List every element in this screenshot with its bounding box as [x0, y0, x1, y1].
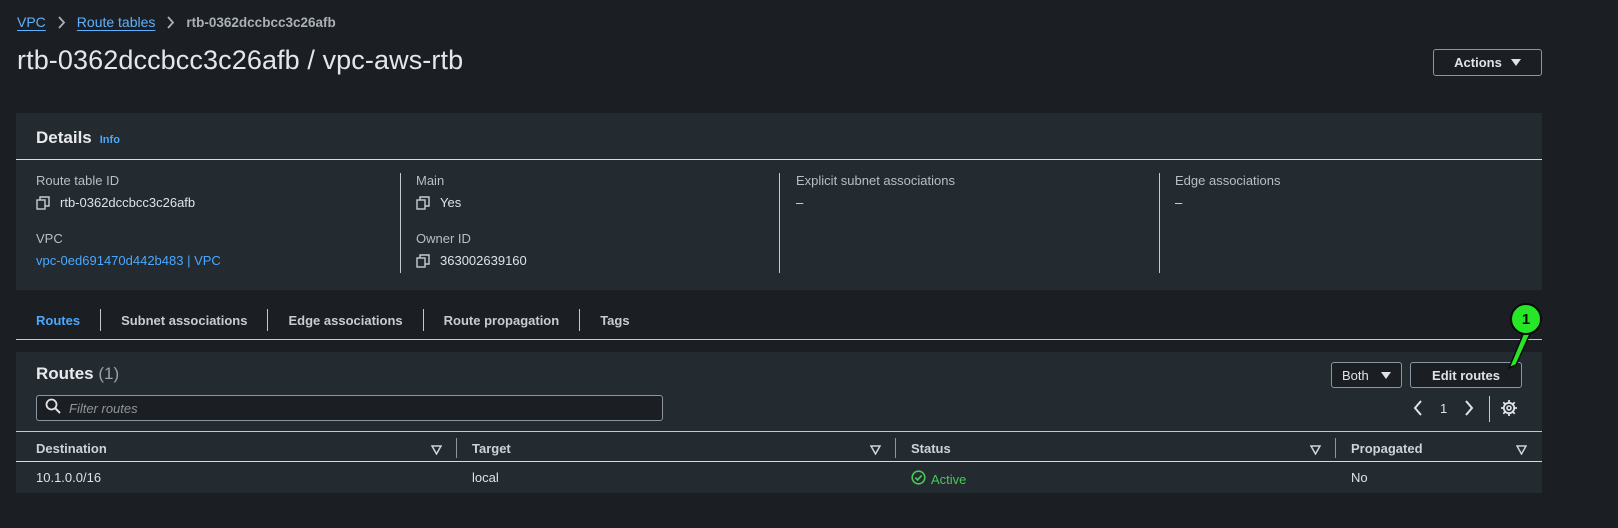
caret-down-icon: [1510, 59, 1521, 66]
column-header-target[interactable]: Target: [472, 438, 511, 458]
page-title: rtb-0362dccbcc3c26afb / vpc-aws-rtb: [17, 45, 464, 75]
routes-count: (1): [98, 364, 120, 383]
vpc-label: VPC: [36, 231, 63, 246]
breadcrumb-vpc-link[interactable]: VPC: [17, 14, 46, 30]
edge-associations-label: Edge associations: [1175, 173, 1281, 188]
column-header-destination[interactable]: Destination: [36, 438, 107, 458]
pagination-divider: [1489, 396, 1490, 422]
status-success-icon: [911, 470, 926, 488]
table-top-border: [16, 431, 1542, 432]
routes-heading: Routes (1): [36, 364, 119, 384]
tab-routes[interactable]: Routes: [16, 313, 100, 328]
route-type-value: Both: [1342, 367, 1369, 383]
routes-panel: [16, 352, 1542, 493]
details-divider: [16, 159, 1542, 160]
explicit-subnet-value: –: [796, 195, 804, 210]
cell-target: local: [472, 470, 499, 485]
tab-tags[interactable]: Tags: [580, 313, 649, 328]
cell-destination: 10.1.0.0/16: [36, 470, 102, 485]
column-divider: [456, 438, 457, 458]
column-header-status[interactable]: Status: [911, 438, 951, 458]
pagination: 1: [1408, 396, 1479, 420]
sort-down-icon[interactable]: [430, 442, 443, 460]
caret-down-icon: [1381, 371, 1391, 379]
breadcrumb: VPC Route tables rtb-0362dccbcc3c26afb: [17, 14, 336, 30]
column-divider: [400, 173, 401, 273]
main-field: Yes: [416, 195, 527, 210]
search-icon: [45, 398, 61, 419]
vpc-field: vpc-0ed691470d442b483 | VPC: [36, 253, 221, 268]
breadcrumb-route-tables-link[interactable]: Route tables: [77, 14, 156, 30]
details-info-link[interactable]: Info: [100, 134, 120, 146]
owner-id-label: Owner ID: [416, 231, 471, 246]
owner-id-value: 363002639160: [440, 253, 527, 268]
annotation-marker: 1: [1510, 303, 1542, 335]
chevron-right-icon[interactable]: [1459, 396, 1479, 420]
chevron-right-icon: [166, 15, 175, 29]
routes-title: Routes: [36, 364, 94, 383]
cell-status: Active: [911, 470, 966, 488]
actions-button[interactable]: Actions: [1433, 49, 1542, 76]
column-header-propagated[interactable]: Propagated: [1351, 438, 1423, 458]
route-table-id-field: rtb-0362dccbcc3c26afb: [36, 195, 221, 210]
table-header-border: [16, 461, 1542, 462]
tab-bar: Routes Subnet associations Edge associat…: [16, 306, 650, 334]
filter-routes-input[interactable]: [69, 400, 629, 416]
copy-icon[interactable]: [36, 195, 50, 210]
tab-edge-associations[interactable]: Edge associations: [268, 313, 422, 328]
copy-icon[interactable]: [416, 195, 430, 210]
details-column-edge: Edge associations –: [1175, 173, 1281, 273]
page-number[interactable]: 1: [1428, 401, 1459, 416]
main-value: Yes: [440, 195, 462, 210]
column-divider: [895, 438, 896, 458]
explicit-subnet-label: Explicit subnet associations: [796, 173, 955, 188]
column-divider: [1335, 438, 1336, 458]
breadcrumb-current: rtb-0362dccbcc3c26afb: [186, 14, 336, 30]
tabs-underline: [16, 339, 1542, 340]
column-divider: [779, 173, 780, 273]
chevron-right-icon: [57, 15, 66, 29]
chevron-left-icon[interactable]: [1408, 396, 1428, 420]
route-table-id-label: Route table ID: [36, 173, 120, 188]
status-text: Active: [931, 471, 967, 487]
filter-routes-box: [36, 395, 663, 421]
tab-route-propagation[interactable]: Route propagation: [424, 313, 580, 328]
edge-associations-value: –: [1175, 195, 1183, 210]
details-column-route-table: Route table ID rtb-0362dccbcc3c26afb VPC…: [36, 173, 221, 273]
tab-subnet-associations[interactable]: Subnet associations: [101, 313, 267, 328]
vpc-link[interactable]: vpc-0ed691470d442b483 | VPC: [36, 253, 221, 268]
details-column-explicit: Explicit subnet associations –: [796, 173, 955, 273]
sort-down-icon[interactable]: [1309, 442, 1322, 460]
sort-down-icon[interactable]: [869, 442, 882, 460]
route-type-select[interactable]: Both: [1331, 362, 1402, 388]
cell-propagated: No: [1351, 470, 1368, 485]
actions-label: Actions: [1454, 55, 1502, 70]
gear-icon[interactable]: [1500, 399, 1518, 422]
main-label: Main: [416, 173, 445, 188]
details-column-main: Main Yes Owner ID 363002639160: [416, 173, 527, 273]
sort-down-icon[interactable]: [1515, 442, 1528, 460]
owner-id-field: 363002639160: [416, 253, 527, 268]
details-title: Details: [36, 128, 92, 147]
copy-icon[interactable]: [416, 253, 430, 268]
route-table-id-value: rtb-0362dccbcc3c26afb: [60, 195, 196, 210]
column-divider: [1159, 173, 1160, 273]
details-heading: Details Info: [36, 128, 120, 148]
